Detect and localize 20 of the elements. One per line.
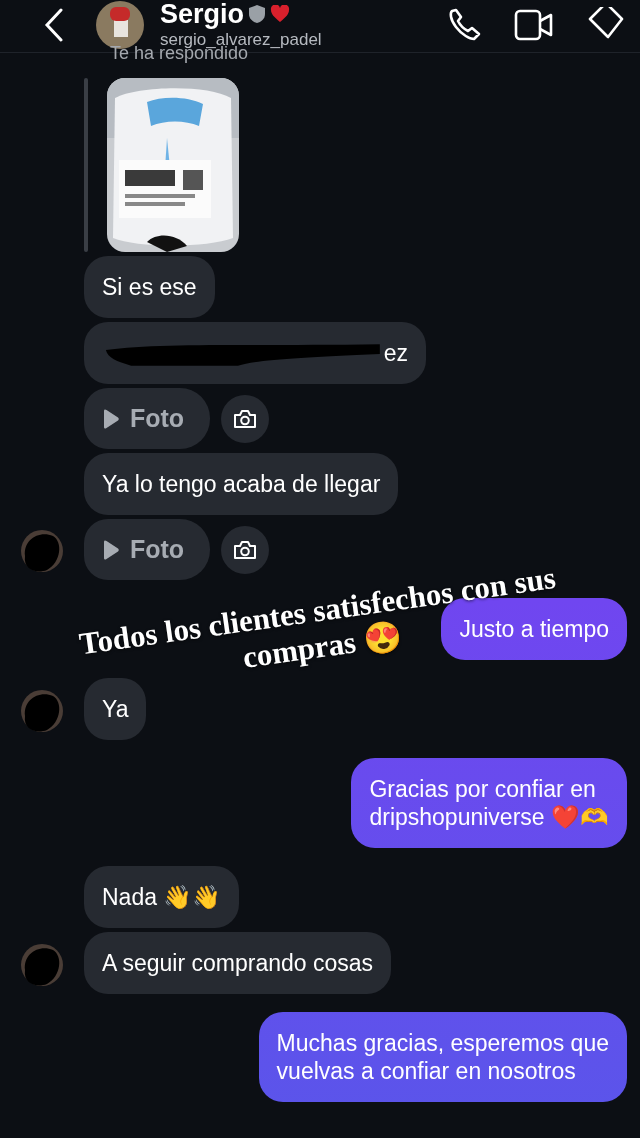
message-bubble: Ya lo tengo acaba de llegar	[84, 453, 399, 515]
message-bubble: Muchas gracias, esperemos que vuelvas a confiar en nosotros	[258, 1012, 627, 1102]
video-icon[interactable]	[514, 7, 554, 43]
heart-icon	[270, 5, 291, 23]
message-bubble: Si es ese	[84, 256, 215, 318]
view-once-photo[interactable]: Foto	[84, 519, 211, 580]
message-bubble: Nada 👋👋	[84, 866, 240, 928]
shield-icon	[248, 4, 267, 24]
message-bubble: A seguir comprando cosas	[84, 932, 392, 994]
view-once-photo[interactable]: Foto	[84, 388, 211, 449]
play-icon	[102, 539, 120, 560]
message-bubble: Ya	[84, 678, 147, 740]
message-text: ez	[383, 339, 408, 367]
camera-icon	[233, 408, 258, 429]
camera-icon	[233, 539, 258, 560]
message-bubble: Gracias por confiar en dripshopuniverse ❤🫶	[351, 758, 627, 848]
play-icon	[102, 408, 120, 429]
contact-name: Sergio	[160, 0, 245, 30]
phone-icon[interactable]	[446, 7, 482, 43]
back-icon[interactable]	[44, 8, 64, 42]
